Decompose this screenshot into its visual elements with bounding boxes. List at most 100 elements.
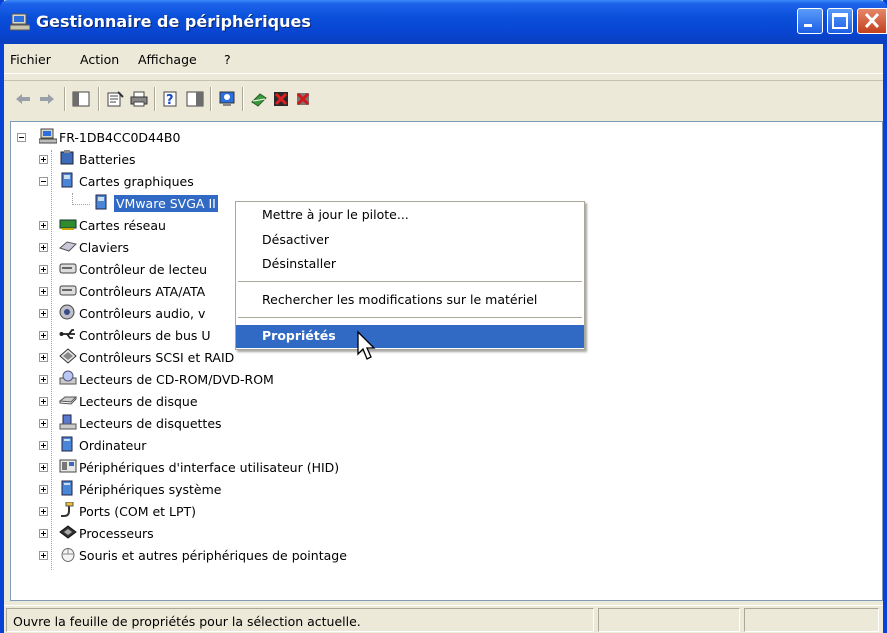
expand-toggle[interactable] bbox=[39, 265, 48, 274]
tree-node-peripheriques-systeme[interactable]: Périphériques système bbox=[39, 479, 339, 501]
close-button[interactable] bbox=[857, 8, 887, 34]
tree-node-label: Cartes graphiques bbox=[79, 174, 194, 189]
window-title: Gestionnaire de périphériques bbox=[36, 12, 311, 31]
menu-item-disable[interactable]: Désactiver bbox=[236, 229, 584, 252]
system-device-icon bbox=[61, 480, 73, 496]
update-driver-icon[interactable] bbox=[250, 90, 268, 108]
toolbar-separator bbox=[242, 87, 244, 111]
device-manager-window: Gestionnaire de périphériques Fichier Ac… bbox=[0, 0, 887, 633]
show-action-pane-icon[interactable] bbox=[186, 90, 204, 108]
title-bar[interactable]: Gestionnaire de périphériques bbox=[0, 0, 887, 44]
expand-toggle[interactable] bbox=[39, 485, 48, 494]
tree-node-lecteurs-disque[interactable]: Lecteurs de disque bbox=[39, 391, 339, 413]
tree-node-label: Lecteurs de disquettes bbox=[79, 416, 222, 431]
tree-node-ports[interactable]: Ports (COM et LPT) bbox=[39, 501, 339, 523]
expand-toggle[interactable] bbox=[39, 287, 48, 296]
menu-action[interactable]: Action bbox=[80, 52, 119, 67]
status-text: Ouvre la feuille de propriétés pour la s… bbox=[13, 614, 361, 629]
tree-node-lecteurs-disquettes[interactable]: Lecteurs de disquettes bbox=[39, 413, 339, 435]
back-arrow-icon[interactable] bbox=[14, 90, 32, 108]
tree-node-batteries[interactable]: Batteries bbox=[39, 149, 339, 171]
tree-node-souris[interactable]: Souris et autres périphériques de pointa… bbox=[39, 545, 439, 567]
tree-node-processeurs[interactable]: Processeurs bbox=[39, 523, 339, 545]
tree-node-label: Batteries bbox=[79, 152, 136, 167]
device-tree[interactable]: FR-1DB4CC0D44B0 Batteries Cartes graphiq… bbox=[10, 121, 883, 601]
toolbar-separator bbox=[154, 87, 156, 111]
print-icon[interactable] bbox=[130, 90, 148, 108]
expand-toggle[interactable] bbox=[39, 309, 48, 318]
uninstall-device-icon[interactable] bbox=[294, 90, 312, 108]
tree-root-label: FR-1DB4CC0D44B0 bbox=[59, 130, 181, 145]
menu-separator bbox=[238, 317, 582, 318]
minimize-button[interactable] bbox=[797, 8, 823, 34]
expand-toggle[interactable] bbox=[39, 221, 48, 230]
hid-icon bbox=[59, 459, 77, 473]
tree-node-label: Souris et autres périphériques de pointa… bbox=[79, 548, 347, 563]
menu-item-label: Rechercher les modifications sur le maté… bbox=[262, 292, 538, 307]
expand-toggle[interactable] bbox=[39, 463, 48, 472]
menu-help[interactable]: ? bbox=[224, 52, 231, 67]
scsi-icon bbox=[59, 348, 77, 364]
tree-node-label: Périphériques système bbox=[79, 482, 222, 497]
computer-icon bbox=[39, 128, 57, 144]
tree-node-label: Contrôleurs SCSI et RAID bbox=[79, 350, 235, 365]
computer-icon bbox=[61, 436, 73, 452]
maximize-button[interactable] bbox=[827, 8, 853, 34]
maximize-icon bbox=[832, 13, 848, 29]
tree-node-cartes-graphiques[interactable]: Cartes graphiques bbox=[39, 171, 339, 193]
menu-item-scan-hardware[interactable]: Rechercher les modifications sur le maté… bbox=[236, 289, 584, 312]
tree-node-label: Processeurs bbox=[79, 526, 154, 541]
port-icon bbox=[61, 502, 74, 517]
expand-toggle[interactable] bbox=[39, 397, 48, 406]
help-icon[interactable]: ? bbox=[162, 90, 180, 108]
show-hide-console-tree-icon[interactable] bbox=[72, 90, 90, 108]
keyboard-icon bbox=[59, 241, 77, 252]
menu-item-label: Désactiver bbox=[262, 232, 329, 247]
collapse-toggle[interactable] bbox=[39, 177, 48, 186]
expand-toggle[interactable] bbox=[39, 155, 48, 164]
tree-node-controleurs-scsi[interactable]: Contrôleurs SCSI et RAID bbox=[39, 347, 339, 369]
usb-icon bbox=[59, 329, 75, 339]
menu-affichage[interactable]: Affichage bbox=[138, 52, 197, 67]
disable-device-icon[interactable] bbox=[272, 90, 290, 108]
expand-toggle[interactable] bbox=[39, 243, 48, 252]
status-cell bbox=[598, 608, 740, 632]
tree-root-node[interactable]: FR-1DB4CC0D44B0 bbox=[17, 127, 317, 149]
properties-icon[interactable] bbox=[106, 90, 124, 108]
display-adapter-icon bbox=[95, 194, 107, 210]
tree-node-label: Contrôleur de lecteu bbox=[79, 262, 208, 277]
network-card-icon bbox=[59, 219, 77, 230]
menu-item-uninstall[interactable]: Désinstaller bbox=[236, 253, 584, 276]
forward-arrow-icon[interactable] bbox=[38, 90, 56, 108]
menu-item-update-driver[interactable]: Mettre à jour le pilote... bbox=[236, 204, 584, 227]
expand-toggle[interactable] bbox=[39, 375, 48, 384]
expand-toggle[interactable] bbox=[39, 441, 48, 450]
menu-separator bbox=[238, 281, 582, 282]
tree-node-label: VMware SVGA II bbox=[114, 195, 218, 212]
menu-item-label: Mettre à jour le pilote... bbox=[262, 207, 409, 222]
tree-node-label: Contrôleurs ATA/ATA bbox=[79, 284, 206, 299]
collapse-toggle[interactable] bbox=[17, 133, 26, 142]
expand-toggle[interactable] bbox=[39, 507, 48, 516]
ata-controller-icon bbox=[59, 285, 77, 296]
battery-icon bbox=[60, 150, 74, 165]
tree-node-peripheriques-hid[interactable]: Périphériques d'interface utilisateur (H… bbox=[39, 457, 419, 479]
expand-toggle[interactable] bbox=[39, 353, 48, 362]
tree-node-ordinateur[interactable]: Ordinateur bbox=[39, 435, 339, 457]
expand-toggle[interactable] bbox=[39, 419, 48, 428]
tree-node-label: Ports (COM et LPT) bbox=[79, 504, 197, 519]
menu-item-properties[interactable]: Propriétés bbox=[236, 325, 584, 348]
audio-icon bbox=[59, 304, 75, 320]
svg-text:?: ? bbox=[166, 93, 174, 108]
cdrom-icon bbox=[59, 370, 77, 385]
expand-toggle[interactable] bbox=[39, 551, 48, 560]
scan-hardware-icon[interactable] bbox=[218, 90, 236, 108]
menu-bar: Fichier Action Affichage ? bbox=[4, 46, 883, 74]
close-icon bbox=[864, 12, 880, 29]
expand-toggle[interactable] bbox=[39, 529, 48, 538]
toolbar-separator bbox=[98, 87, 100, 111]
expand-toggle[interactable] bbox=[39, 331, 48, 340]
status-cell-main: Ouvre la feuille de propriétés pour la s… bbox=[6, 608, 594, 632]
tree-node-lecteurs-cdrom[interactable]: Lecteurs de CD-ROM/DVD-ROM bbox=[39, 369, 339, 391]
menu-fichier[interactable]: Fichier bbox=[10, 52, 51, 67]
